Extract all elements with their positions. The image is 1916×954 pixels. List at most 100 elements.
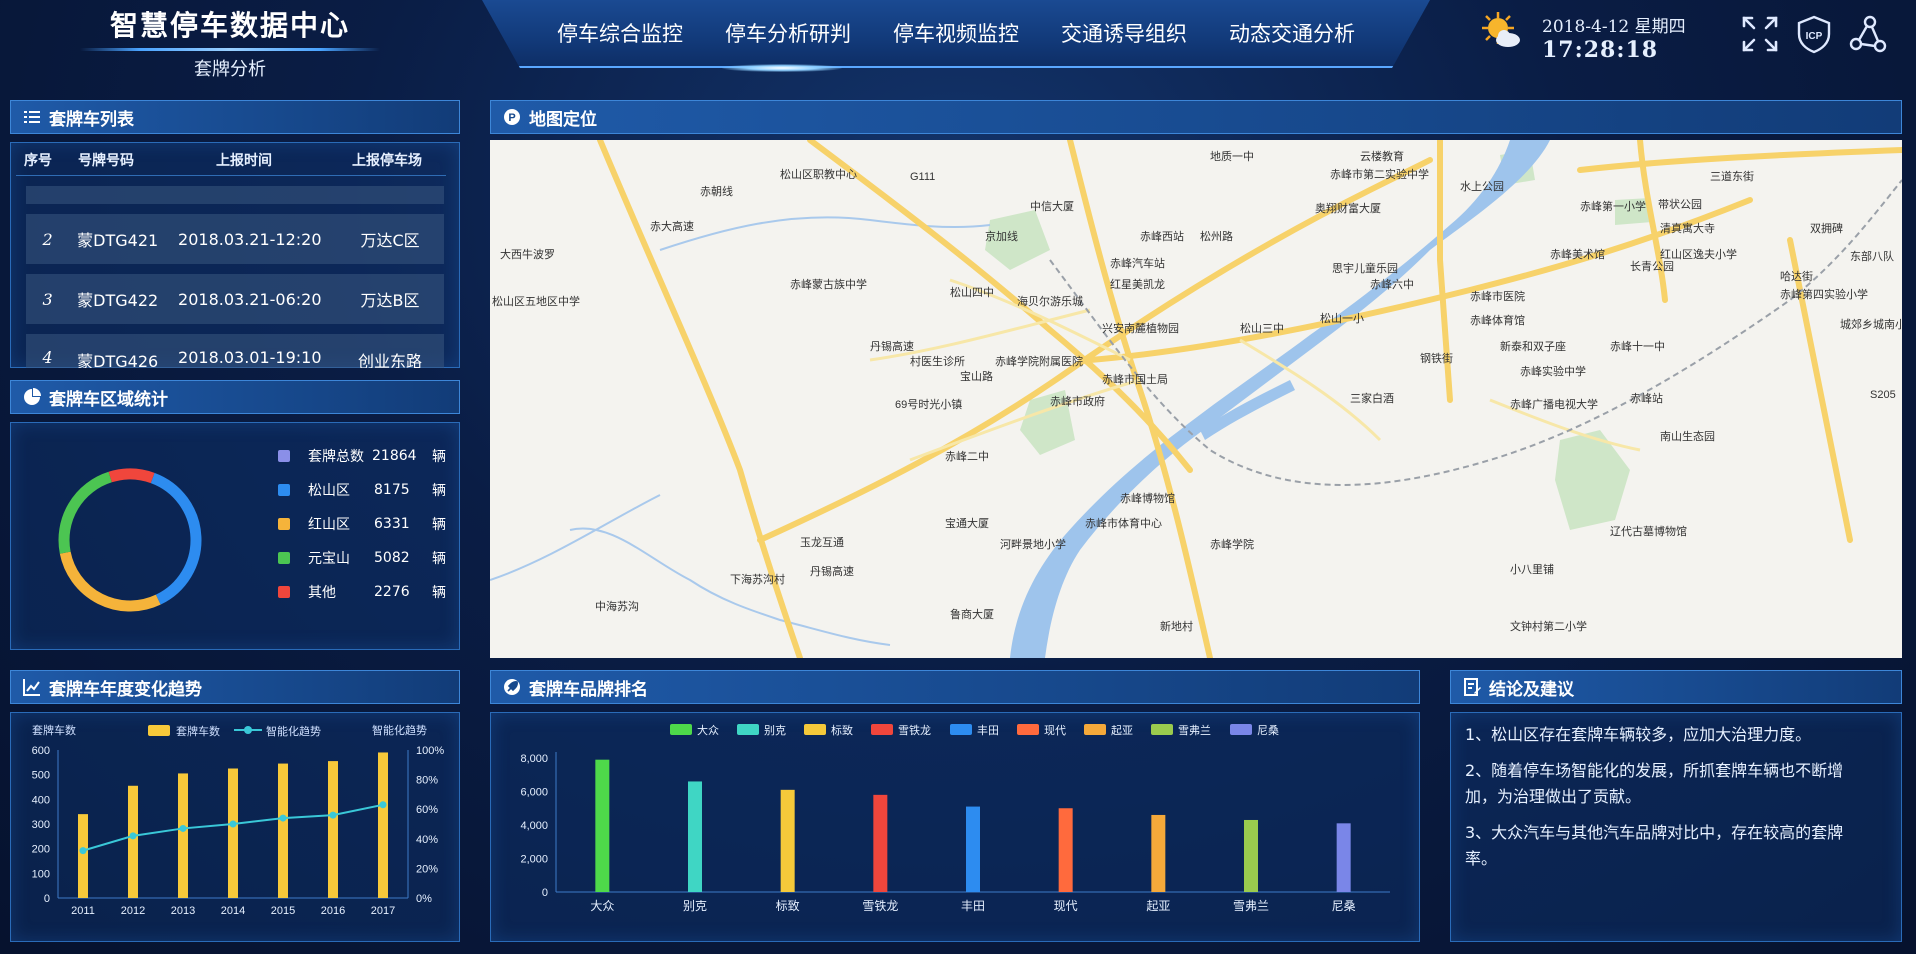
cell-time: 2018.03.21-06:20 [178,289,322,309]
map-label: 松山区职教中心 [780,167,857,181]
legend-value: 2276 [374,584,410,600]
legend-label: 别克 [764,724,786,737]
legend-label: 大众 [697,723,719,737]
bar-起亚 [1151,814,1166,892]
legend-swatch-大众 [670,724,692,735]
map-label: 赤峰博物馆 [1120,491,1175,505]
y-tick-label-right: 60% [416,804,438,816]
map-label: 钢铁街 [1420,351,1453,365]
legend-label: 智能化趋势 [266,724,321,738]
map-label: 红星美凯龙 [1110,278,1165,291]
nav-item-dynamic-traffic[interactable]: 动态交通分析 [1229,18,1355,48]
map-label: 下海苏沟村 [730,572,785,586]
legend-label: 其他 [308,585,336,601]
list-panel-title: 套牌车列表 [49,109,134,130]
fullscreen-icon[interactable] [1740,14,1780,54]
page-subtitle: 套牌分析 [194,59,266,80]
nav-item-parking-analysis[interactable]: 停车分析研判 [725,18,851,48]
trend-point-2011 [79,847,87,855]
conclusion-item: 1、松山区存在套牌车辆较多，应加大治理力度。 [1465,725,1812,744]
map-label: 松山区五地区中学 [492,294,580,308]
legend-swatch [278,552,290,564]
cell-no: 4 [42,348,53,367]
y-tick-label: 600 [32,745,50,757]
nav-active-indicator [722,64,842,72]
legend-item: 其他 2276 辆 [278,582,446,602]
legend-label: 雪铁龙 [898,724,931,737]
map-label: 哈达街 [1780,269,1813,283]
map-label: 赤峰市第二实验中学 [1330,167,1429,181]
legend-swatch [278,484,290,496]
map-label: 69号时光小镇 [895,397,962,411]
parking-icon: P [504,109,520,125]
y-tick-label: 100 [32,868,50,880]
table-row[interactable]: 4 蒙DTG426 2018.03.01-19:10 创业东路 [26,334,444,368]
map-label: 赤峰十一中 [1610,339,1665,353]
map-label: 赤峰学院 [1210,537,1254,551]
bar-尼桑 [1336,823,1351,892]
legend-item: 元宝山 5082 辆 [278,548,446,568]
map-label: 赤峰广播电视大学 [1510,397,1598,411]
bar-2017 [378,752,388,898]
bar-2015 [278,763,288,898]
map-label: 河畔景地小学 [1000,537,1066,551]
x-tick-label: 雪铁龙 [862,899,898,913]
y-tick-label: 500 [32,770,50,782]
map-label: 赤峰汽车站 [1110,256,1165,270]
legend-swatch-标致 [804,724,826,735]
map-label: 赤朝线 [700,184,733,198]
legend-swatch-起亚 [1084,724,1106,735]
map-label: 松山四中 [950,285,994,299]
map-label: 城郊乡城南小学 [1840,317,1902,331]
map-label: 赤峰第四实验小学 [1780,287,1868,301]
brand-panel-header: 套牌车品牌排名 [490,670,1420,704]
brand-panel-title: 套牌车品牌排名 [529,679,648,700]
map-label: 东部八队 [1850,249,1894,263]
datetime: 2018-4-12 星期四 17:28:18 [1542,12,1686,63]
bar-别克 [688,781,702,892]
cell-lot: 万达B区 [360,291,420,310]
map-label: 兴安南麓植物园 [1102,321,1179,335]
legend-label: 松山区 [308,483,350,499]
y-tick-label: 200 [32,844,50,856]
region-panel-title: 套牌车区域统计 [49,389,168,410]
y-tick-label: 6,000 [520,787,548,799]
map-label: 水上公园 [1460,180,1504,193]
nav-item-traffic-guidance[interactable]: 交通诱导组织 [1061,18,1187,48]
y-tick-label-right: 0% [416,893,432,905]
bar-雪弗兰 [1244,819,1258,892]
map-label: 云楼教育 [1360,149,1404,163]
icp-icon[interactable]: ICP [1794,14,1834,54]
donut-slice-元宝山 [58,471,113,554]
map-label: 松州路 [1200,229,1233,243]
nav-item-parking-monitor[interactable]: 停车综合监控 [557,18,683,48]
city-map[interactable]: 赤朝线 松山区职教中心 G111 中信大厦赤峰西站 京加线赤峰汽车站红星美凯龙 赤峰蒙古族… [490,140,1902,658]
map-label: 赤峰美术馆 [1550,247,1605,261]
legend-swatch [278,518,290,530]
map-label: 丹锡高速 [870,339,914,353]
share-icon[interactable] [1848,14,1888,54]
x-tick-label: 别克 [683,899,707,913]
x-tick-label: 现代 [1054,899,1078,913]
table-row[interactable]: 2 蒙DTG421 2018.03.21-12:20 万达C区 [26,214,444,264]
map-label: 赤峰蒙古族中学 [790,277,867,291]
map-label: 奥翔财富大厦 [1315,201,1381,215]
legend-swatch-bar [148,725,170,736]
map-label: 宝通大厦 [945,516,989,530]
map-label: 赤峰二中 [945,450,989,463]
nav-item-parking-video[interactable]: 停车视频监控 [893,18,1019,48]
legend-label: 元宝山 [308,551,350,567]
map-label: 长青公园 [1630,260,1674,273]
legend-value: 6331 [374,516,410,532]
map-label: 赤峰市医院 [1470,289,1525,303]
col-time: 上报时间 [216,153,272,169]
map-label: 赤峰六中 [1370,278,1414,291]
y-tick-label: 2,000 [520,854,548,866]
y-tick-label-right: 40% [416,834,438,846]
x-tick-label: 丰田 [961,899,985,913]
table-row[interactable]: 3 蒙DTG422 2018.03.21-06:20 万达B区 [26,274,444,324]
bar-2012 [128,785,138,898]
map-label: 地质一中 [1210,150,1254,163]
legend-label: 尼桑 [1257,724,1279,737]
legend-unit: 辆 [432,483,446,499]
